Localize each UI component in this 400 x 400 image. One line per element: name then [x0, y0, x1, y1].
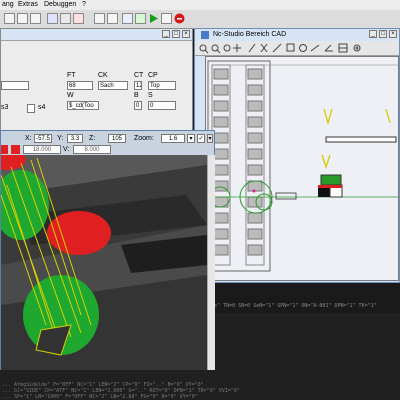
save-icon[interactable] — [30, 13, 41, 24]
parameter-window-titlebar[interactable]: _ □ × — [1, 29, 192, 41]
checkbox-show[interactable]: ✓ — [197, 134, 205, 143]
cad-status-line: ...Side" TN=0 SN=0 SeN="1" SPN="1" ON="A… — [196, 303, 377, 309]
column-header-ct: CT — [134, 72, 144, 79]
step-icon[interactable] — [122, 13, 133, 24]
angle-icon — [324, 44, 333, 52]
chevron-down-icon[interactable]: ▾ — [207, 134, 213, 143]
tool-icon[interactable] — [47, 13, 58, 24]
x-input[interactable]: -57.5 — [34, 134, 52, 143]
zoom-out-icon — [211, 44, 221, 54]
settings-icon — [353, 44, 361, 52]
console-line: ... SP="1" LN="1000" F="0FF" NC="2" LN="… — [2, 394, 198, 400]
zoom-fit-icon — [223, 44, 231, 52]
maximize-icon[interactable]: □ — [172, 30, 180, 38]
3d-view-controls: X: -57.5 Y: 3.3 Z: 105 Zoom: 1.6 ▾ ✓ ▾ 1… — [1, 131, 214, 155]
zoom-input[interactable]: 1.6 — [161, 134, 185, 143]
zoom-dropdown-arrow[interactable]: ▾ — [187, 134, 195, 143]
measure-icon — [310, 44, 320, 52]
cad-window-title: Nc-Studio Bereich CAD — [213, 31, 287, 38]
cad-window: Nc-Studio Bereich CAD _ □ × — [194, 28, 400, 283]
y-label: Y: — [57, 135, 64, 142]
column-header-b: B — [134, 92, 139, 99]
new-icon[interactable] — [4, 13, 15, 24]
column-header-ck: CK — [98, 72, 108, 79]
tool-color-swatch2[interactable] — [11, 145, 20, 154]
minimize-icon[interactable]: _ — [369, 30, 377, 38]
line-icon — [272, 43, 282, 53]
field-s[interactable]: 0 — [148, 101, 176, 110]
v-label: V: — [63, 146, 70, 153]
checkbox-s4[interactable] — [27, 104, 35, 113]
y-input[interactable]: 3.3 — [67, 134, 83, 143]
parameter-window: _ □ × FT CK CT CP 68 Sach 12 Top W B S s… — [0, 28, 193, 140]
tool-length-input[interactable]: 18.000 — [23, 145, 61, 154]
3d-render-viewport[interactable] — [1, 155, 207, 370]
label-s4: s4 — [38, 104, 46, 111]
menu-item-extras[interactable]: Extras — [18, 1, 38, 8]
minimize-icon[interactable]: _ — [162, 30, 170, 38]
label-s3: s3 — [1, 104, 9, 111]
arrow-icon — [248, 43, 256, 53]
column-header-cp: CP — [148, 72, 158, 79]
move-icon — [260, 43, 268, 53]
zoom-in-icon — [199, 44, 209, 54]
3d-view-window: X: -57.5 Y: 3.3 Z: 105 Zoom: 1.6 ▾ ✓ ▾ 1… — [0, 130, 215, 370]
zoom-label: Zoom: — [134, 135, 154, 142]
field-cp[interactable]: Top — [148, 81, 176, 90]
pan-icon — [233, 44, 241, 52]
window2-icon[interactable] — [107, 13, 118, 24]
3d-scene — [1, 155, 207, 370]
app-icon — [201, 31, 209, 39]
field-w[interactable]: $_cd(Too — [67, 101, 99, 110]
cad-toolbar — [195, 41, 399, 56]
circle-icon — [299, 44, 307, 52]
cad-drawing-canvas[interactable] — [205, 56, 399, 281]
window-icon[interactable] — [94, 13, 105, 24]
cad-tool-icons — [199, 43, 361, 54]
close-icon[interactable]: × — [389, 30, 397, 38]
step-over-icon[interactable] — [161, 13, 172, 24]
stop-icon[interactable] — [174, 13, 185, 24]
menu-item-help[interactable]: ? — [82, 1, 86, 8]
cad-status-panel: ...Side" TN=0 SN=0 SeN="1" SPN="1" ON="A… — [194, 283, 400, 313]
field-ft[interactable]: 68 — [67, 81, 93, 90]
x-label: X: — [25, 135, 32, 142]
play-icon[interactable] — [148, 13, 159, 24]
tool-color-swatch[interactable] — [1, 145, 8, 154]
section-icon — [338, 43, 348, 53]
close-icon[interactable]: × — [182, 30, 190, 38]
vertical-scrollbar[interactable] — [207, 155, 215, 370]
menu-item-debuggen[interactable]: Debuggen — [44, 1, 76, 8]
field-b[interactable]: 0 — [134, 101, 142, 110]
column-header-w: W — [67, 92, 74, 99]
tool2-icon[interactable] — [60, 13, 71, 24]
tool-diameter-input[interactable]: 8.000 — [73, 145, 111, 154]
field-ct[interactable]: 12 — [134, 81, 142, 90]
field-blank[interactable] — [1, 81, 29, 90]
step-into-icon[interactable] — [135, 13, 146, 24]
open-icon[interactable] — [17, 13, 28, 24]
maximize-icon[interactable]: □ — [379, 30, 387, 38]
menu-item-ang[interactable]: ang — [2, 1, 14, 8]
main-toolbar — [0, 10, 400, 29]
cad-drawing — [206, 60, 398, 272]
rect-icon — [286, 43, 295, 52]
column-header-s: S — [148, 92, 153, 99]
cad-window-titlebar[interactable]: Nc-Studio Bereich CAD _ □ × — [195, 29, 399, 41]
field-ck[interactable]: Sach — [98, 81, 128, 90]
tool3-icon[interactable] — [73, 13, 84, 24]
z-input[interactable]: 105 — [108, 134, 126, 143]
z-label: Z: — [89, 135, 96, 142]
column-header-ft: FT — [67, 72, 76, 79]
